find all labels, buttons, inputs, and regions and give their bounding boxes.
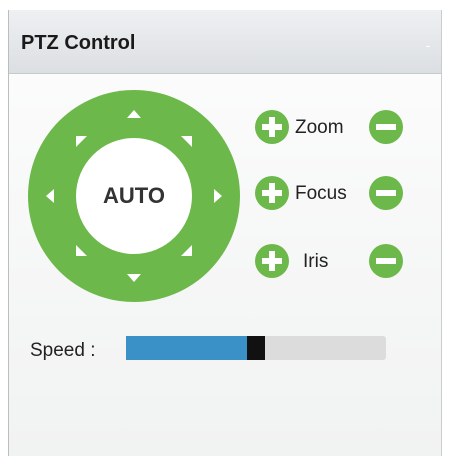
arrow-down-left-icon[interactable] <box>76 245 87 256</box>
focus-in-button[interactable] <box>255 176 289 210</box>
zoom-out-button[interactable] <box>369 110 403 144</box>
direction-pad: AUTO <box>28 90 240 302</box>
iris-control: Iris <box>255 244 415 280</box>
zoom-label: Zoom <box>295 117 344 138</box>
arrow-down-right-icon[interactable] <box>181 245 192 256</box>
speed-slider-fill <box>126 336 247 360</box>
zoom-in-button[interactable] <box>255 110 289 144</box>
speed-label: Speed : <box>30 340 96 361</box>
plus-icon <box>269 183 275 203</box>
arrow-down-icon[interactable] <box>127 274 141 282</box>
focus-control: Focus <box>255 176 415 212</box>
speed-slider-handle[interactable] <box>247 336 265 360</box>
plus-icon <box>269 251 275 271</box>
panel-header: PTZ Control - <box>9 10 441 74</box>
iris-close-button[interactable] <box>369 244 403 278</box>
panel-title: PTZ Control <box>21 32 136 54</box>
arrow-up-left-icon[interactable] <box>76 136 87 147</box>
collapse-icon[interactable]: - <box>423 38 433 52</box>
iris-open-button[interactable] <box>255 244 289 278</box>
iris-label: Iris <box>303 251 329 272</box>
speed-slider[interactable] <box>126 336 386 360</box>
arrow-up-right-icon[interactable] <box>181 136 192 147</box>
arrow-left-icon[interactable] <box>46 189 54 203</box>
minus-icon <box>376 258 396 264</box>
minus-icon <box>376 190 396 196</box>
focus-out-button[interactable] <box>369 176 403 210</box>
zoom-control: Zoom <box>255 110 415 146</box>
plus-icon <box>269 117 275 137</box>
arrow-right-icon[interactable] <box>214 189 222 203</box>
focus-label: Focus <box>295 183 347 204</box>
auto-button[interactable]: AUTO <box>76 138 192 254</box>
arrow-up-icon[interactable] <box>127 110 141 118</box>
minus-icon <box>376 124 396 130</box>
